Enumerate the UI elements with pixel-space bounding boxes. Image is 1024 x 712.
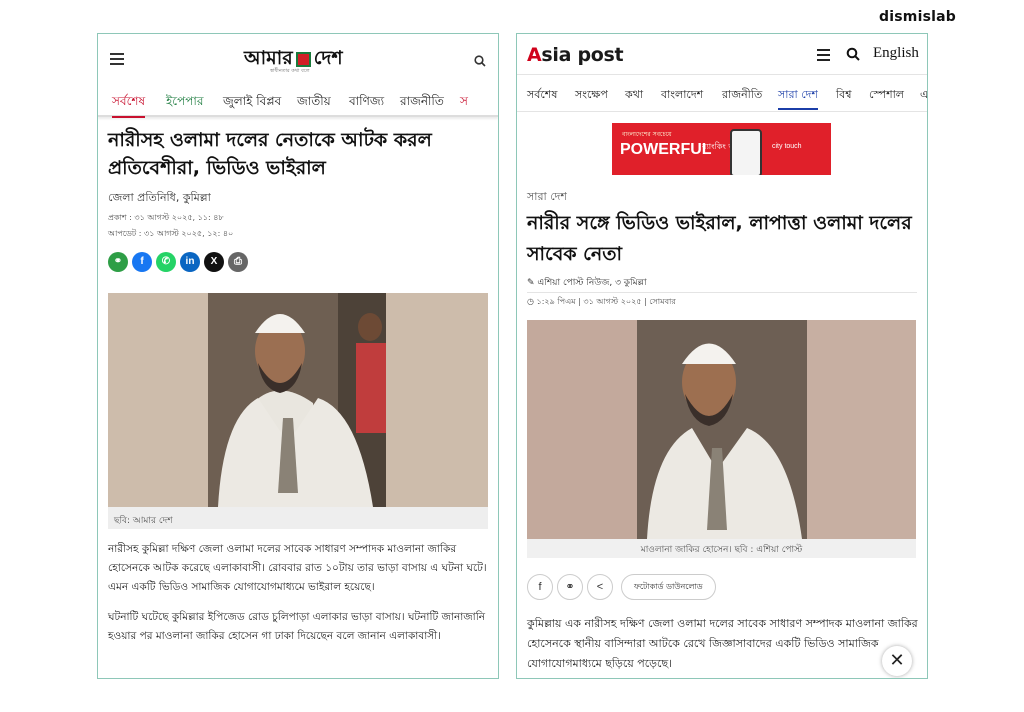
link-icon[interactable]: ⚭ [108,252,128,272]
article-title: নারীর সঙ্গে ভিডিও ভাইরাল, লাপাত্তা ওলামা… [527,212,912,265]
article-photo: ছবি: আমার দেশ [108,293,488,529]
nav-item-national[interactable]: জাতীয় [297,93,331,113]
linkedin-icon[interactable]: in [180,252,200,272]
photo-caption: মাওলানা জাকির হোসেন। ছবি : এশিয়া পোস্ট [640,545,803,555]
dismislab-logo: dismislab [879,9,956,25]
nav-item-talk[interactable]: কথা [625,86,643,105]
photo-of-man [527,320,916,539]
ad-banner[interactable]: বাংলাদেশের সবচেয়ে POWERFUL ব্যাংকিং অ্য… [612,123,831,175]
edit-icon: ✎ [527,278,535,288]
close-icon[interactable]: ✕ [882,646,912,676]
byline: ✎ এশিয়া পোস্ট নিউজ, ৩ কুমিল্লা [527,275,647,290]
print-icon[interactable]: ⎙ [228,252,248,272]
logo-text-2: দেশ [313,47,343,69]
article-paragraph-1: কুমিল্লায় এক নারীসহ দক্ষিণ জেলা ওলামা দ… [527,617,918,670]
nav-item-politics[interactable]: রাজনীতি [722,86,762,105]
byline-text: এশিয়া পোস্ট নিউজ, ৩ কুমিল্লা [537,278,647,288]
photocard-download-button[interactable]: ফটোকার্ড ডাউনলোড [621,574,716,600]
ad-tagline: বাংলাদেশের সবচেয়ে [622,131,672,138]
search-icon[interactable] [846,46,860,65]
site-logo[interactable]: Asia post [527,44,624,66]
link-icon[interactable]: ⚭ [557,574,583,600]
nav-item-epaper[interactable]: ইপেপার [166,93,203,113]
nav-item-politics[interactable]: রাজনীতি [400,93,444,113]
clock-icon: ◷ [527,297,534,306]
datetime-text: ১:২৯ পিএম | ৩১ আগস্ট ২০২৫ | সোমবার [536,297,676,306]
nav-item-commerce[interactable]: বাণিজ্য [349,93,384,113]
amar-desh-article-screenshot: আমার দেশ স্বাধীনতার কথা বলে সর্বশেষ ইপেপা… [97,33,499,679]
updated-time: আপডেট : ৩১ আগস্ট ২০২৫, ১২: ৪০ [108,229,234,238]
publish-datetime: ◷ ১:২৯ পিএম | ৩১ আগস্ট ২০২৫ | সোমবার [527,296,676,309]
divider [527,292,917,293]
phone-icon [730,129,762,175]
photo-caption: ছবি: আমার দেশ [114,516,173,526]
article-paragraph-2: ঘটনাটি ঘটেছে কুমিল্লার ইপিজেড রোড চুলিপা… [108,611,485,642]
article-paragraph-1: নারীসহ কুমিল্লা দক্ষিণ জেলা ওলামা দলের স… [108,543,487,593]
article-title: নারীসহ ওলামা দলের নেতাকে আটক করল প্রতিবে… [108,129,432,179]
share-bar: ⚭ f ✆ in X ⎙ [108,252,252,274]
logo-text: sia post [541,44,624,66]
photo-of-man [108,293,488,507]
logo-tagline: স্বাধীনতার কথা বলে [270,68,310,74]
nav-item-july-revolution[interactable]: জুলাই বিপ্লব [223,93,281,113]
logo-text-1: আমার [244,47,293,69]
nav-item-latest[interactable]: সর্বশেষ [112,93,146,118]
site-header: আমার দেশ স্বাধীনতার কথা বলে [98,34,498,84]
ad-brand: city touch [772,143,802,150]
nav-item-country[interactable]: সারা দেশ [778,86,818,110]
nav-item-bangladesh[interactable]: বাংলাদেশ [661,86,703,105]
logo-flag-icon [295,51,311,67]
nav-item-world[interactable]: বিশ্ব [836,86,852,105]
published-time: প্রকাশ : ৩১ আগস্ট ২০২৫, ১১: ৪৮ [108,213,224,222]
ad-headline: POWERFUL [620,141,712,158]
nav-item-more[interactable]: স [460,93,468,113]
share-icon[interactable]: < [587,574,613,600]
language-switch[interactable]: English [873,45,919,62]
logo-letter-a: A [527,44,542,66]
menu-icon[interactable] [110,53,124,65]
reporter: জেলা প্রতিনিধি, কুমিল্লা [108,191,211,204]
nav-item-special[interactable]: স্পেশাল [869,86,904,105]
category-nav: সর্বশেষ সংক্ষেপ কথা বাংলাদেশ রাজনীতি সার… [517,74,927,112]
nav-item-brief[interactable]: সংক্ষেপ [575,86,608,105]
share-bar: f ⚭ < ফটোকার্ড ডাউনলোড [527,574,716,600]
nav-item-more[interactable]: এ [920,86,927,105]
x-icon[interactable]: X [204,252,224,272]
category-label[interactable]: সারা দেশ [527,188,567,207]
whatsapp-icon[interactable]: ✆ [156,252,176,272]
category-nav: সর্বশেষ ইপেপার জুলাই বিপ্লব জাতীয় বাণিজ… [98,85,498,118]
nav-item-latest[interactable]: সর্বশেষ [527,86,557,105]
search-icon[interactable] [474,52,486,71]
article-photo: মাওলানা জাকির হোসেন। ছবি : এশিয়া পোস্ট [527,320,916,558]
facebook-icon[interactable]: f [132,252,152,272]
facebook-icon[interactable]: f [527,574,553,600]
asia-post-article-screenshot: Asia post English সর্বশেষ সংক্ষেপ কথা বা… [516,33,928,679]
menu-icon[interactable] [817,49,830,64]
